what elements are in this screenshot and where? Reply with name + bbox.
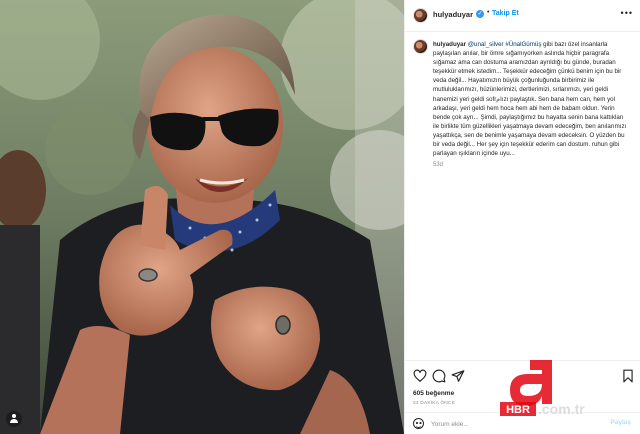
post-sidebar: hulyaduyar ✓ • Takip Et ••• hulyaduyar @… (404, 0, 640, 434)
comment-bubble-icon[interactable] (432, 369, 446, 383)
caption-username[interactable]: hulyaduyar (433, 41, 466, 48)
user-tag-icon[interactable] (6, 411, 22, 427)
caption-body: gibi bazı özel insanlarla paylaşılan anı… (433, 41, 627, 158)
verified-badge-icon: ✓ (476, 10, 484, 18)
avatar[interactable] (413, 8, 428, 23)
comment-composer: Paylaş (405, 412, 640, 434)
smiley-icon[interactable] (413, 418, 424, 429)
post-comment-button[interactable]: Paylaş (610, 419, 631, 426)
comment-input[interactable] (431, 417, 601, 431)
follow-button[interactable]: Takip Et (492, 10, 519, 17)
caption-avatar[interactable] (413, 39, 428, 54)
header-username[interactable]: hulyaduyar (433, 10, 473, 19)
header-separator: • (487, 9, 490, 16)
post-photo[interactable] (0, 0, 404, 434)
bookmark-icon[interactable] (621, 369, 635, 383)
action-bar (405, 360, 640, 392)
caption-mentions[interactable]: @unal_silver #ÜnalGümüş (468, 41, 542, 48)
photo-image (0, 0, 404, 434)
caption-text: hulyaduyar @unal_silver #ÜnalGümüş gibi … (433, 40, 629, 158)
post-header: hulyaduyar ✓ • Takip Et ••• (405, 0, 640, 32)
more-options-icon[interactable]: ••• (621, 8, 633, 18)
paper-plane-icon[interactable] (451, 369, 465, 383)
post-date: 53 DAKİKA ÖNCE (413, 401, 455, 406)
like-count[interactable]: 605 beğenme (413, 390, 454, 397)
heart-icon[interactable] (413, 369, 427, 383)
caption-timestamp: 53d (433, 162, 444, 168)
